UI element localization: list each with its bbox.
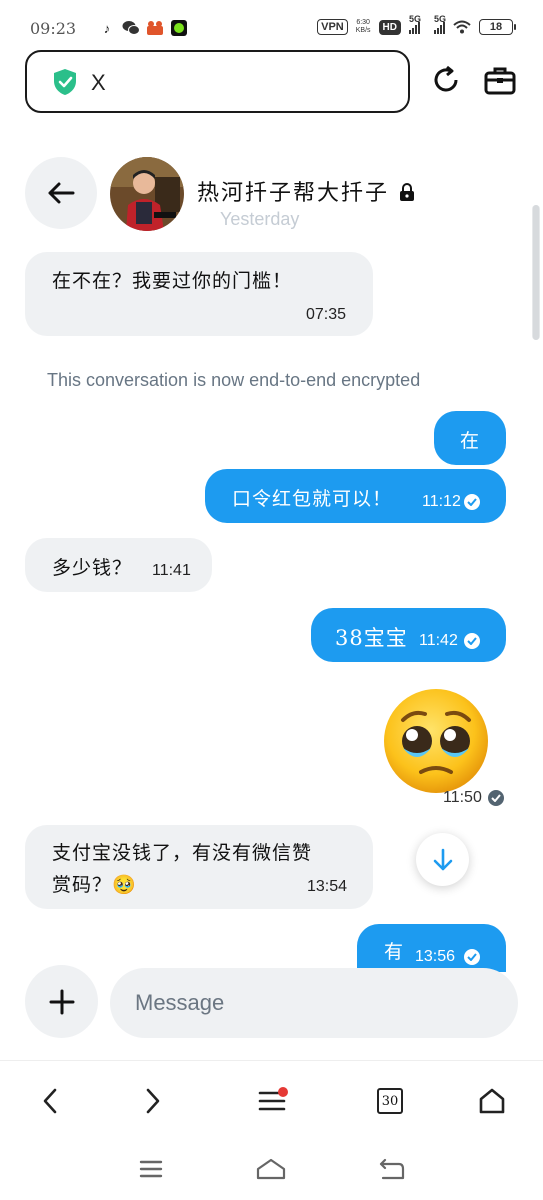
back-return-icon <box>379 1158 405 1180</box>
message-text: 在 <box>460 430 481 452</box>
pleading-face-emoji-icon <box>384 689 488 793</box>
message-text: 多少钱？ <box>52 557 133 579</box>
net-speed: 6:30 KB/s <box>356 19 371 35</box>
date-separator: Yesterday <box>220 209 300 229</box>
check-circle-icon <box>488 790 504 806</box>
recent-apps-button[interactable] <box>136 1154 166 1184</box>
chat-name: 热河扦子帮大扦子 <box>197 181 390 206</box>
address-bar[interactable]: X <box>25 50 410 113</box>
battery-indicator: 18 <box>479 19 516 35</box>
encryption-notice: This conversation is now end-to-end encr… <box>47 370 421 390</box>
message-time: 11:42 <box>419 632 458 649</box>
tab-count: 30 <box>377 1088 403 1114</box>
chat-title: 热河扦子帮大扦子 <box>197 175 415 207</box>
browser-home-button[interactable] <box>472 1081 512 1121</box>
message-bubble-incoming[interactable]: 支付宝没钱了，有没有微信赞 赏码？🥹 13:54 <box>25 825 373 909</box>
message-time: 13:54 <box>307 878 348 895</box>
browser-back-button[interactable] <box>30 1081 70 1121</box>
message-bubble-outgoing[interactable]: 有 13:56 <box>357 924 506 972</box>
message-input[interactable]: Message <box>110 968 518 1038</box>
wechat-icon <box>122 19 140 37</box>
status-right: VPN 6:30 KB/s HD 5G 5G 18 <box>317 14 516 36</box>
message-input-placeholder: Message <box>135 990 225 1015</box>
net-speed-value: 6:30 <box>356 19 370 26</box>
add-attachment-button[interactable] <box>25 965 98 1038</box>
message-bubble-outgoing[interactable]: 口令红包就可以！ 11:12 <box>205 469 506 523</box>
message-text: 有 <box>384 941 405 963</box>
browser-toolbar: 30 <box>0 1060 543 1140</box>
signal-2-label: 5G <box>434 14 447 24</box>
tiktok-icon: ♪ <box>103 20 111 36</box>
back-button[interactable] <box>25 157 97 229</box>
message-bubble-incoming[interactable]: 在不在？我要过你的门槛！ 07:35 <box>25 252 373 336</box>
arrow-left-icon <box>48 182 75 204</box>
recents-icon <box>139 1160 163 1178</box>
notification-dot <box>278 1087 288 1097</box>
system-navigation-bar <box>0 1140 543 1200</box>
notification-icons: ♪ <box>98 19 188 37</box>
message-text: 口令红包就可以！ <box>232 488 393 510</box>
message-text-line-1: 支付宝没钱了，有没有微信赞 <box>52 842 313 864</box>
signal-2-icon: 5G <box>434 14 446 34</box>
browser-forward-button[interactable] <box>133 1081 173 1121</box>
address-text: X <box>91 70 106 95</box>
message-bubble-outgoing[interactable]: 38宝宝 11:42 <box>311 608 506 662</box>
plus-icon <box>49 989 74 1014</box>
system-home-button[interactable] <box>256 1154 286 1184</box>
wifi-icon <box>453 18 471 36</box>
system-back-button[interactable] <box>377 1154 407 1184</box>
green-app-icon <box>170 19 188 37</box>
scrollbar[interactable] <box>532 205 540 340</box>
message-time: 11:50 <box>443 789 482 806</box>
message-bubble-incoming[interactable]: 多少钱？ 11:41 <box>25 538 212 592</box>
vpn-badge: VPN <box>317 19 348 35</box>
chevron-right-icon <box>146 1088 160 1114</box>
shield-check-icon <box>52 68 78 96</box>
check-circle-icon <box>464 949 480 965</box>
chevron-left-icon <box>43 1088 57 1114</box>
check-circle-icon <box>464 633 480 649</box>
home-outline-icon <box>256 1158 286 1180</box>
refresh-button[interactable] <box>428 62 464 98</box>
toolbox-icon <box>484 67 516 95</box>
app-notification-icon <box>146 19 164 37</box>
message-text: 38宝宝 <box>335 626 408 650</box>
net-speed-unit: KB/s <box>355 27 371 34</box>
message-bubble-outgoing[interactable]: 在 <box>434 411 506 465</box>
message-time: 11:41 <box>152 562 191 579</box>
scroll-to-bottom-button[interactable] <box>416 833 469 886</box>
signal-1-icon: 5G <box>409 14 421 34</box>
lock-icon <box>399 182 415 201</box>
signal-1-label: 5G <box>409 14 422 24</box>
emoji-message[interactable] <box>381 686 491 796</box>
message-text: 在不在？我要过你的门槛！ <box>52 270 293 292</box>
home-icon <box>479 1088 505 1114</box>
browser-menu-button[interactable] <box>252 1081 292 1121</box>
message-text-line-2: 赏码？🥹 <box>52 874 137 896</box>
avatar[interactable] <box>110 157 184 231</box>
check-circle-icon <box>464 494 480 510</box>
refresh-icon <box>434 65 458 92</box>
message-time: 13:56 <box>415 948 456 965</box>
message-time: 07:35 <box>306 306 347 323</box>
toolbox-button[interactable] <box>482 62 518 98</box>
status-time: 09:23 <box>30 19 77 38</box>
message-time: 11:12 <box>422 493 461 510</box>
tabs-button[interactable]: 30 <box>370 1081 410 1121</box>
arrow-down-icon <box>433 848 452 870</box>
hd-badge: HD <box>378 19 401 35</box>
